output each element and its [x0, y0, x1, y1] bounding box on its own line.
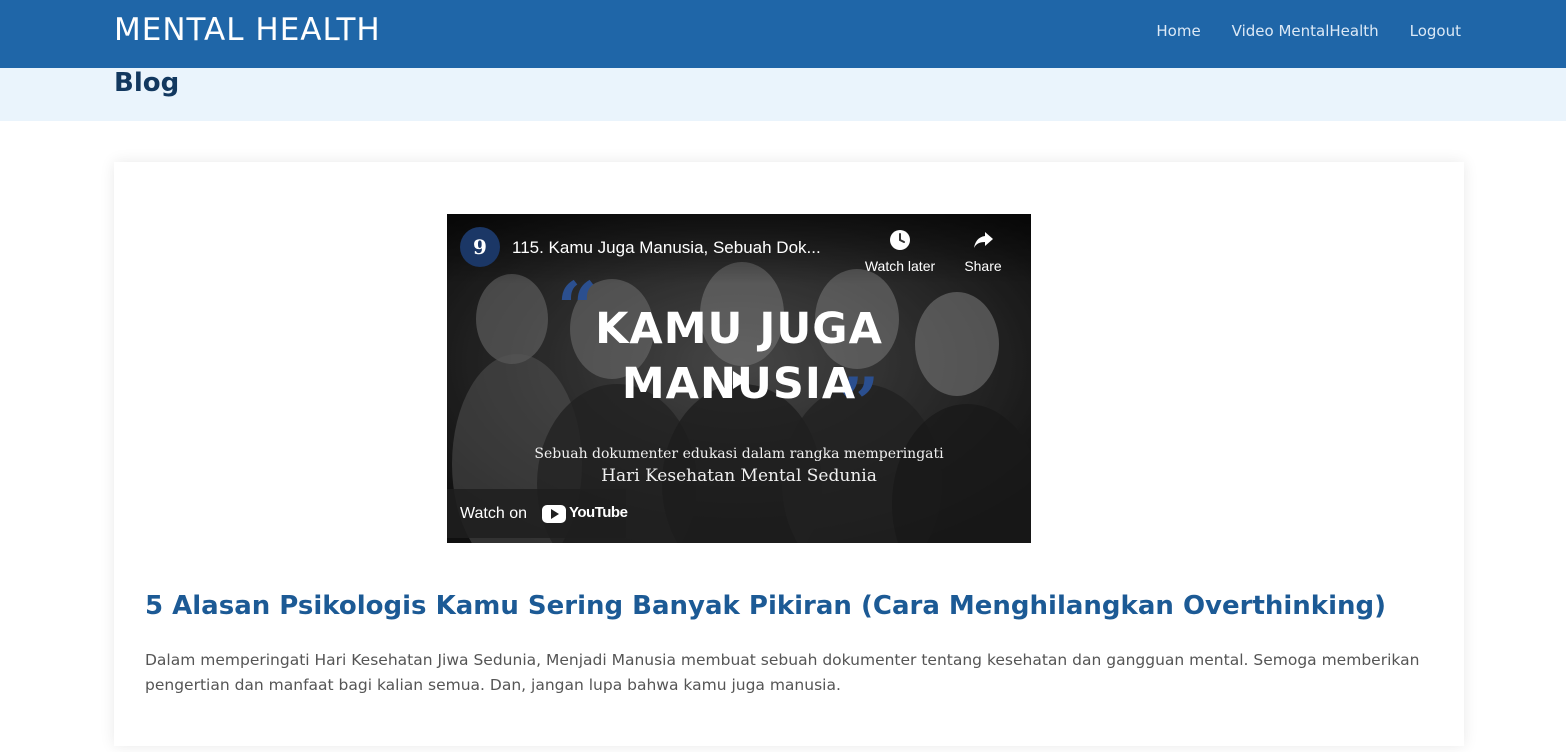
nav-link-home[interactable]: Home [1156, 22, 1200, 40]
video-overlay-headline-1: KAMU JUGA [595, 304, 883, 354]
watch-on-youtube-button[interactable]: Watch on YouTube [447, 489, 628, 538]
play-icon[interactable] [725, 366, 753, 394]
watch-later-label: Watch later [864, 258, 936, 274]
post-title-link[interactable]: 5 Alasan Psikologis Kamu Sering Banyak P… [145, 591, 1386, 621]
channel-avatar[interactable]: 9 [460, 227, 500, 267]
watch-on-label: Watch on [460, 505, 527, 522]
nav-link-logout[interactable]: Logout [1410, 22, 1461, 40]
youtube-video-embed[interactable]: 9 115. Kamu Juga Manusia, Sebuah Dok... … [447, 214, 1031, 543]
top-navbar: MENTAL HEALTH Home Video MentalHealth Lo… [0, 0, 1566, 68]
youtube-wordmark: YouTube [569, 504, 628, 521]
share-arrow-icon [974, 232, 993, 248]
watch-later-button[interactable]: Watch later [860, 228, 940, 274]
video-title[interactable]: 115. Kamu Juga Manusia, Sebuah Dok... [512, 238, 821, 258]
video-overlay-subtitle-2: Hari Kesehatan Mental Sedunia [601, 466, 877, 486]
youtube-logo-icon: YouTube [542, 504, 628, 523]
share-button[interactable]: Share [943, 228, 1023, 274]
page-title: Blog [114, 68, 180, 98]
page-header-bar: Blog [0, 68, 1566, 121]
share-label: Share [964, 258, 1002, 274]
brand-logo[interactable]: MENTAL HEALTH [114, 12, 381, 48]
video-overlay-subtitle-1: Sebuah dokumenter edukasi dalam rangka m… [534, 446, 944, 462]
clock-icon [890, 230, 910, 250]
post-excerpt: Dalam memperingati Hari Kesehatan Jiwa S… [145, 651, 1420, 694]
nav-links: Home Video MentalHealth Logout [1156, 22, 1461, 40]
blog-post-card: 9 115. Kamu Juga Manusia, Sebuah Dok... … [114, 162, 1464, 746]
nav-link-video-mentalhealth[interactable]: Video MentalHealth [1232, 22, 1379, 40]
